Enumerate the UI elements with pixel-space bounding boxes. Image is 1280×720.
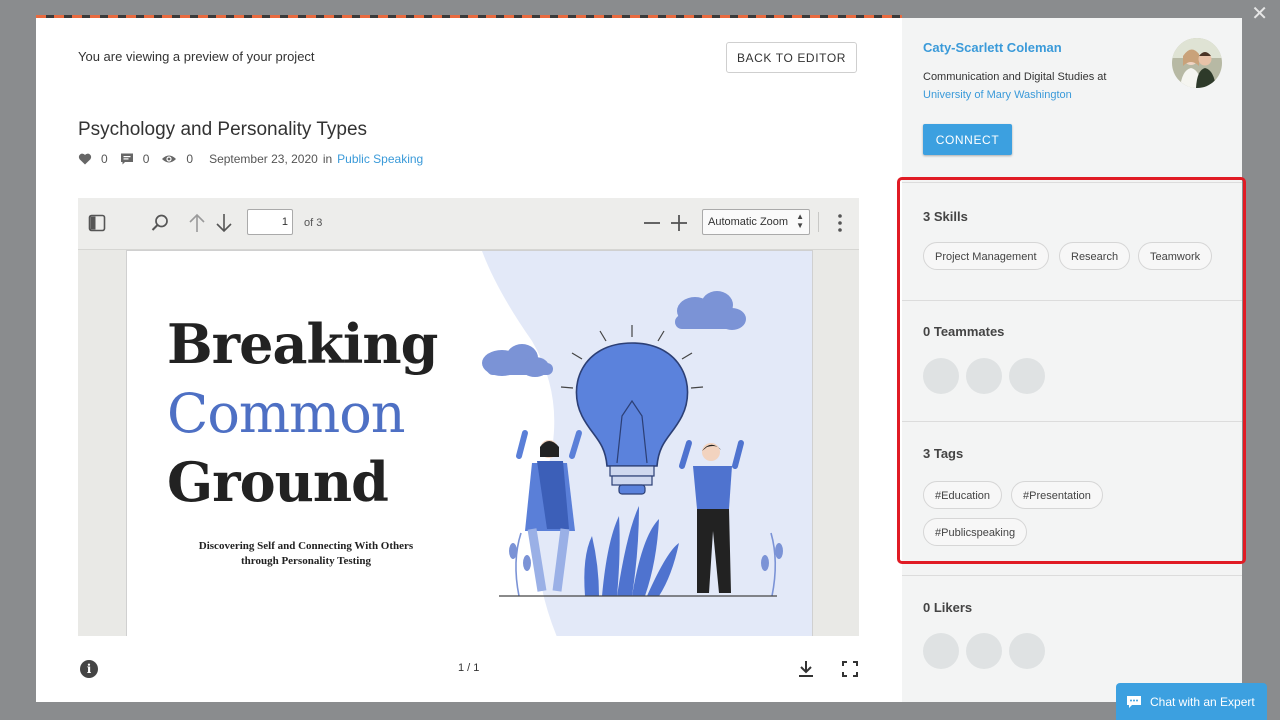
page-counter: 1 / 1 — [458, 662, 480, 674]
views-count: 0 — [186, 152, 194, 166]
select-arrows-icon: ▲ ▼ — [796, 212, 804, 230]
close-icon[interactable]: ✕ — [1251, 4, 1268, 24]
slide-title-line-2: Common — [167, 382, 406, 445]
heart-icon[interactable] — [78, 152, 92, 166]
download-icon[interactable] — [798, 660, 814, 678]
previous-page-icon[interactable] — [186, 211, 208, 235]
connect-button[interactable]: CONNECT — [923, 124, 1012, 155]
liker-placeholder — [923, 633, 959, 669]
avatar[interactable] — [1172, 38, 1222, 88]
slide-title-line-1: Breaking — [167, 312, 438, 376]
zoom-out-icon[interactable] — [641, 211, 663, 235]
in-label: in — [322, 152, 333, 166]
next-page-icon[interactable] — [213, 211, 235, 235]
project-date: September 23, 2020 — [209, 152, 318, 166]
back-to-editor-button[interactable]: BACK TO EDITOR — [726, 42, 857, 73]
likers-title: 0 Likers — [923, 600, 973, 615]
preview-panel: You are viewing a preview of your projec… — [36, 18, 902, 702]
chat-label: Chat with an Expert — [1150, 694, 1255, 709]
more-options-icon[interactable] — [829, 211, 851, 235]
comments-count: 0 — [142, 152, 150, 166]
preview-notice: You are viewing a preview of your projec… — [78, 49, 315, 64]
pdf-toolbar: 1 of 3 Automatic Zoom ▲ ▼ — [78, 198, 859, 250]
slide-subtitle: Discovering Self and Connecting With Oth… — [171, 539, 441, 569]
slide-subtitle-line-1: Discovering Self and Connecting With Oth… — [198, 540, 414, 552]
sidebar-toggle-icon[interactable] — [86, 211, 108, 235]
slide-subtitle-line-2: through Personality Testing — [241, 555, 371, 567]
project-meta: 0 0 0 September 23, 2020 in Public Speak… — [78, 152, 423, 166]
fullscreen-icon[interactable] — [842, 661, 858, 677]
chat-bubble-icon — [1127, 695, 1141, 708]
likes-count: 0 — [101, 152, 108, 166]
info-icon[interactable]: i — [80, 660, 98, 678]
project-title: Psychology and Personality Types — [78, 119, 368, 140]
liker-placeholder — [1009, 633, 1045, 669]
profile-school-link[interactable]: University of Mary Washington — [923, 86, 1106, 104]
comment-icon[interactable] — [120, 152, 134, 166]
zoom-select[interactable]: Automatic Zoom ▲ ▼ — [702, 209, 810, 235]
eye-icon — [161, 152, 177, 166]
search-icon[interactable] — [149, 211, 171, 235]
page-number-input[interactable]: 1 — [247, 209, 293, 235]
toolbar-divider — [818, 212, 819, 232]
viewer-bottom-bar: i 1 / 1 — [78, 658, 859, 682]
profile-role-text: Communication and Digital Studies at — [923, 71, 1107, 83]
pdf-viewer: 1 of 3 Automatic Zoom ▲ ▼ Breaking Commo… — [78, 198, 859, 636]
profile-name-link[interactable]: Caty-Scarlett Coleman — [923, 40, 1062, 55]
liker-placeholder — [966, 633, 1002, 669]
profile-role: Communication and Digital Studies at Uni… — [923, 68, 1106, 104]
category-link[interactable]: Public Speaking — [337, 152, 423, 166]
page-total-label: of 3 — [304, 217, 323, 229]
highlight-box — [897, 177, 1246, 564]
zoom-in-icon[interactable] — [668, 211, 690, 235]
pdf-page: Breaking Common Ground Discovering Self … — [126, 250, 813, 636]
chat-with-expert-button[interactable]: Chat with an Expert — [1116, 683, 1267, 720]
zoom-select-value: Automatic Zoom — [708, 216, 789, 228]
slide-title-line-3: Ground — [167, 450, 389, 514]
